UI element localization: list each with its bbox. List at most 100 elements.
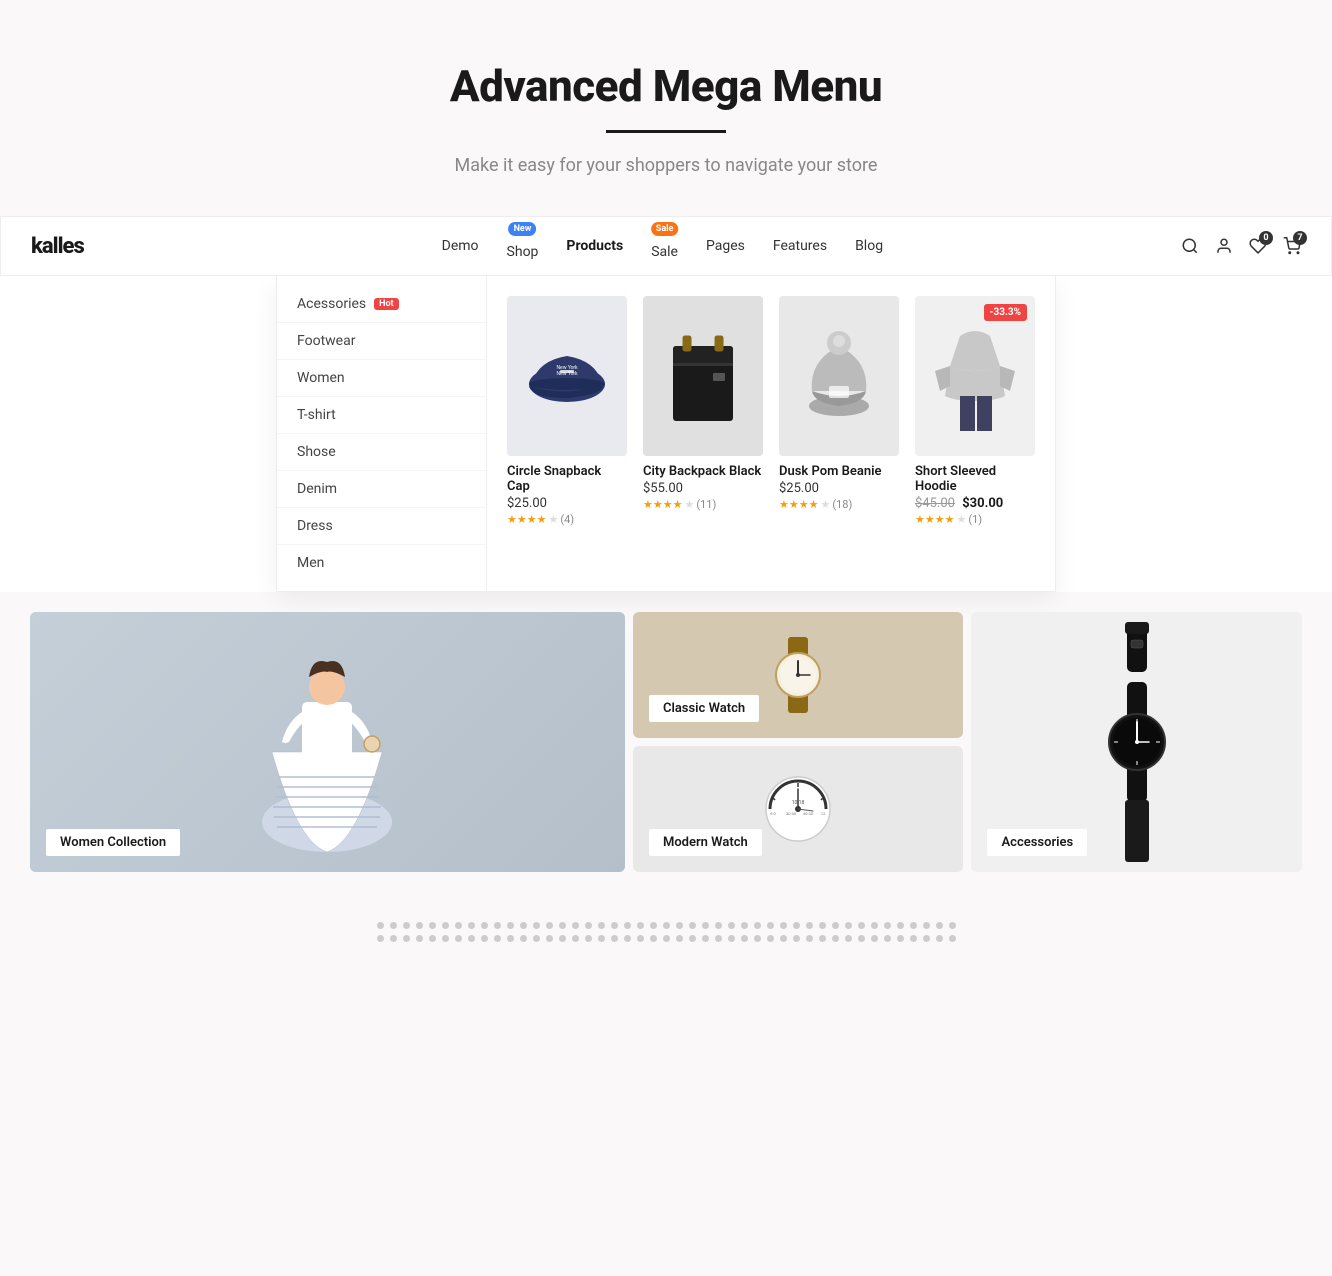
pagination-dot[interactable]: [793, 935, 800, 942]
pagination-dot[interactable]: [455, 922, 462, 929]
banner-modern-watch[interactable]: 10·18 6·0 30·30 40·30 12 Modern Watch: [633, 746, 964, 872]
pagination-dot[interactable]: [936, 922, 943, 929]
pagination-dot[interactable]: [780, 935, 787, 942]
pagination-dot[interactable]: [546, 935, 553, 942]
pagination-dot[interactable]: [416, 935, 423, 942]
pagination-dot[interactable]: [507, 922, 514, 929]
pagination-dot[interactable]: [884, 935, 891, 942]
pagination-dot[interactable]: [520, 935, 527, 942]
pagination-dot[interactable]: [780, 922, 787, 929]
pagination-dot[interactable]: [728, 922, 735, 929]
pagination-dot[interactable]: [377, 922, 384, 929]
pagination-dot[interactable]: [793, 922, 800, 929]
pagination-dot[interactable]: [832, 935, 839, 942]
user-button[interactable]: [1215, 237, 1233, 255]
pagination-dot[interactable]: [559, 935, 566, 942]
pagination-dot[interactable]: [663, 935, 670, 942]
pagination-dot[interactable]: [871, 922, 878, 929]
pagination-dot[interactable]: [481, 922, 488, 929]
pagination-dot[interactable]: [702, 922, 709, 929]
nav-item-pages[interactable]: Pages: [706, 238, 745, 254]
product-card-cap[interactable]: New York New York Circle Snapback Cap $2…: [507, 296, 627, 571]
banner-classic-watch[interactable]: Classic Watch: [633, 612, 964, 738]
pagination-dot[interactable]: [858, 922, 865, 929]
pagination-dot[interactable]: [858, 935, 865, 942]
nav-item-features[interactable]: Features: [773, 238, 827, 254]
pagination-dot[interactable]: [767, 935, 774, 942]
pagination-dot[interactable]: [455, 935, 462, 942]
pagination-dot[interactable]: [624, 935, 631, 942]
product-card-bag[interactable]: City Backpack Black $55.00 ★★★★★ (11): [643, 296, 763, 571]
sidebar-item-women[interactable]: Women: [277, 360, 486, 397]
sidebar-item-men[interactable]: Men: [277, 545, 486, 581]
pagination-dot[interactable]: [572, 922, 579, 929]
nav-item-demo[interactable]: Demo: [442, 238, 479, 254]
pagination-dot[interactable]: [728, 935, 735, 942]
pagination-dot[interactable]: [377, 935, 384, 942]
pagination-dot[interactable]: [754, 935, 761, 942]
pagination-dot[interactable]: [689, 935, 696, 942]
pagination-dot[interactable]: [416, 922, 423, 929]
pagination-dot[interactable]: [598, 935, 605, 942]
pagination-dot[interactable]: [676, 922, 683, 929]
pagination-dot[interactable]: [832, 922, 839, 929]
product-card-hoodie[interactable]: -33.3% Short Sleeved Hoodie $45.00 $30.0…: [915, 296, 1035, 571]
pagination-dot[interactable]: [715, 935, 722, 942]
pagination-dot[interactable]: [481, 935, 488, 942]
pagination-dot[interactable]: [741, 935, 748, 942]
banner-accessories[interactable]: Accessories: [971, 612, 1302, 872]
pagination-dot[interactable]: [390, 922, 397, 929]
pagination-dot[interactable]: [715, 922, 722, 929]
pagination-dot[interactable]: [533, 935, 540, 942]
pagination-dot[interactable]: [845, 922, 852, 929]
banner-women[interactable]: Women Collection: [30, 612, 625, 872]
pagination-dot[interactable]: [624, 922, 631, 929]
nav-item-products[interactable]: Products: [566, 238, 623, 254]
wishlist-button[interactable]: 0: [1249, 237, 1267, 255]
pagination-dot[interactable]: [741, 922, 748, 929]
pagination-dot[interactable]: [819, 935, 826, 942]
pagination-dot[interactable]: [494, 935, 501, 942]
pagination-dot[interactable]: [767, 922, 774, 929]
nav-item-sale[interactable]: Sale Sale: [651, 232, 678, 260]
sidebar-item-accessories[interactable]: Acessories Hot: [277, 286, 486, 323]
pagination-dot[interactable]: [403, 922, 410, 929]
pagination-dot[interactable]: [819, 922, 826, 929]
pagination-dot[interactable]: [637, 935, 644, 942]
pagination-dot[interactable]: [611, 935, 618, 942]
pagination-dot[interactable]: [806, 935, 813, 942]
sidebar-item-denim[interactable]: Denim: [277, 471, 486, 508]
pagination-dot[interactable]: [845, 935, 852, 942]
nav-item-shop[interactable]: New Shop: [507, 232, 539, 260]
sidebar-item-shoes[interactable]: Shose: [277, 434, 486, 471]
pagination-dot[interactable]: [390, 935, 397, 942]
pagination-dot[interactable]: [429, 922, 436, 929]
pagination-dot[interactable]: [650, 922, 657, 929]
pagination-dot[interactable]: [754, 922, 761, 929]
pagination-dot[interactable]: [611, 922, 618, 929]
pagination-dot[interactable]: [507, 935, 514, 942]
search-button[interactable]: [1181, 237, 1199, 255]
pagination-dot[interactable]: [429, 935, 436, 942]
pagination-dot[interactable]: [442, 935, 449, 942]
pagination-dot[interactable]: [897, 935, 904, 942]
pagination-dot[interactable]: [598, 922, 605, 929]
product-card-beanie[interactable]: Dusk Pom Beanie $25.00 ★★★★★ (18): [779, 296, 899, 571]
pagination-dot[interactable]: [806, 922, 813, 929]
pagination-dot[interactable]: [949, 935, 956, 942]
sidebar-item-footwear[interactable]: Footwear: [277, 323, 486, 360]
pagination-dot[interactable]: [520, 922, 527, 929]
pagination-dot[interactable]: [468, 922, 475, 929]
pagination-dot[interactable]: [442, 922, 449, 929]
pagination-dot[interactable]: [585, 935, 592, 942]
pagination-dot[interactable]: [494, 922, 501, 929]
pagination-dot[interactable]: [702, 935, 709, 942]
pagination-dot[interactable]: [897, 922, 904, 929]
pagination-dot[interactable]: [884, 922, 891, 929]
pagination-dot[interactable]: [936, 935, 943, 942]
pagination-dot[interactable]: [910, 922, 917, 929]
pagination-dot[interactable]: [585, 922, 592, 929]
pagination-dot[interactable]: [949, 922, 956, 929]
pagination-dot[interactable]: [871, 935, 878, 942]
pagination-dot[interactable]: [910, 935, 917, 942]
